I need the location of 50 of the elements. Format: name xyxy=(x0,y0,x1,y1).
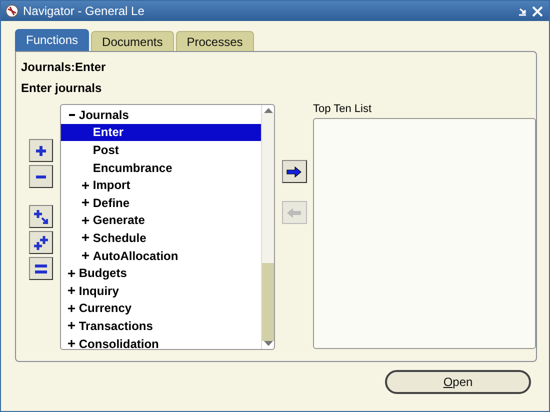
double-plus-icon xyxy=(33,234,49,250)
vertical-scrollbar[interactable] xyxy=(261,105,274,349)
close-icon[interactable] xyxy=(532,6,543,16)
scroll-thumb[interactable] xyxy=(262,263,274,341)
tree-tool-button[interactable] xyxy=(29,205,53,228)
expand-icon[interactable] xyxy=(82,182,90,189)
plus-arrow-icon xyxy=(33,208,49,224)
tree-item[interactable]: Import xyxy=(60,176,262,194)
tree-item[interactable]: Encumbrance xyxy=(60,158,262,176)
tab[interactable]: Processes xyxy=(176,31,254,51)
tree-item[interactable]: Budgets xyxy=(60,264,262,282)
function-description: Enter journals xyxy=(21,81,103,95)
top-ten-label: Top Ten List xyxy=(313,103,373,117)
expand-icon[interactable] xyxy=(68,287,76,294)
expand-icon[interactable] xyxy=(82,252,90,260)
right-arrow-icon xyxy=(286,166,302,178)
left-arrow-icon xyxy=(286,206,302,218)
transfer-button[interactable] xyxy=(282,160,307,183)
tree-item[interactable]: Transactions xyxy=(60,317,262,335)
tree-item[interactable]: Generate xyxy=(60,212,262,230)
expand-icon[interactable] xyxy=(68,322,76,330)
tree-item[interactable]: Journals xyxy=(60,106,262,124)
tree-item[interactable]: Currency xyxy=(60,300,262,318)
app-icon xyxy=(5,4,19,18)
expand-icon[interactable] xyxy=(68,270,76,277)
tab[interactable]: Documents xyxy=(91,31,174,51)
expand-icon[interactable] xyxy=(68,340,76,348)
tree-tool-button[interactable] xyxy=(29,257,53,280)
double-minus-icon xyxy=(34,262,48,276)
tree-tool-button[interactable] xyxy=(29,231,53,254)
window-title: Navigator - General Le xyxy=(23,4,144,18)
expand-icon[interactable] xyxy=(82,234,90,242)
function-path: Journals:Enter xyxy=(21,60,107,74)
tree-item[interactable]: Inquiry xyxy=(60,282,262,300)
tree-item[interactable]: Consolidation xyxy=(60,334,262,349)
expand-icon[interactable] xyxy=(82,199,90,206)
open-button[interactable]: Open xyxy=(385,370,531,394)
tree-item[interactable]: Post xyxy=(60,141,262,159)
tree-item[interactable]: Schedule xyxy=(60,229,262,247)
collapse-icon[interactable] xyxy=(68,114,75,116)
tree-tool-button[interactable] xyxy=(29,139,53,162)
expand-icon[interactable] xyxy=(82,216,90,224)
minimize-icon[interactable] xyxy=(517,6,528,16)
tree-item[interactable]: Enter xyxy=(60,124,262,142)
tree-item[interactable]: Define xyxy=(60,194,262,212)
tree-item[interactable]: AutoAllocation xyxy=(60,246,262,264)
plus-icon xyxy=(35,144,47,156)
tree-tool-button[interactable] xyxy=(29,165,53,188)
tab[interactable]: Functions xyxy=(15,29,90,51)
expand-icon[interactable] xyxy=(68,304,76,312)
